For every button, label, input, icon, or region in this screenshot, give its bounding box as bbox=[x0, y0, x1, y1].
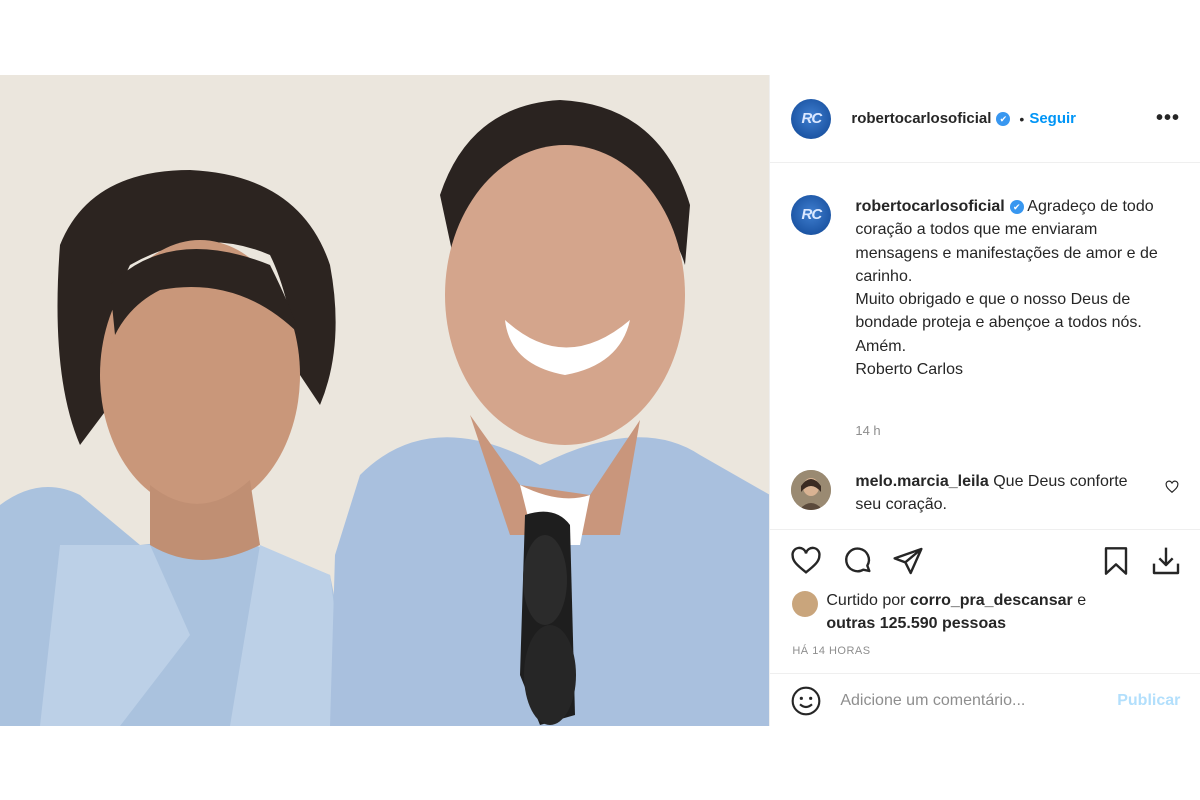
caption-line-4: Roberto Carlos bbox=[855, 361, 963, 379]
commenter-username[interactable]: melo.marcia_leila bbox=[855, 473, 988, 490]
likes-connector: e bbox=[1077, 592, 1087, 609]
posted-time[interactable]: HÁ 14 HORAS bbox=[792, 645, 870, 657]
download-icon[interactable] bbox=[1150, 545, 1182, 577]
avatar-monogram: RC bbox=[801, 206, 823, 223]
comment-input[interactable]: Adicione um comentário... bbox=[840, 692, 1025, 710]
comment-text: melo.marcia_leila Que Deus conforte seu … bbox=[855, 470, 1145, 516]
caption-username[interactable]: robertocarlosoficial bbox=[855, 198, 1004, 215]
likes-others-count[interactable]: outras 125.590 pessoas bbox=[826, 615, 1006, 632]
post-caption: RC robertocarlosoficial ✔ Agradeço de tod… bbox=[791, 195, 1181, 381]
comment-like-heart-icon[interactable] bbox=[1165, 480, 1179, 497]
likes-text: Curtido por corro_pra_descansar e outras… bbox=[826, 589, 1146, 635]
action-bar bbox=[770, 529, 1200, 590]
heart-icon[interactable] bbox=[790, 545, 822, 577]
verified-icon: ✔ bbox=[996, 111, 1011, 126]
instagram-post: RC robertocarlosoficial ✔ • Seguir ••• R… bbox=[0, 75, 1200, 726]
avatar-monogram: RC bbox=[801, 109, 823, 127]
more-options-icon[interactable]: ••• bbox=[1156, 107, 1180, 130]
comment-icon[interactable] bbox=[842, 545, 874, 577]
account-avatar[interactable]: RC bbox=[791, 98, 832, 139]
emoji-icon[interactable] bbox=[790, 685, 822, 717]
publish-button[interactable]: Publicar bbox=[1117, 692, 1180, 710]
share-icon[interactable] bbox=[892, 545, 924, 577]
separator-dot: • bbox=[1019, 110, 1025, 127]
caption-line-2: Muito obrigado e que o nosso Deus de bon… bbox=[855, 291, 1142, 332]
verified-icon: ✔ bbox=[1009, 200, 1024, 214]
caption-text: robertocarlosoficial ✔ Agradeço de todo c… bbox=[855, 195, 1181, 381]
bookmark-icon[interactable] bbox=[1100, 545, 1132, 577]
liker-username[interactable]: corro_pra_descansar bbox=[910, 592, 1073, 609]
post-photo[interactable] bbox=[0, 75, 770, 726]
caption-time[interactable]: 14 h bbox=[855, 423, 880, 438]
caption-line-3: Amém. bbox=[855, 337, 907, 355]
liker-avatar[interactable] bbox=[792, 591, 819, 617]
follow-button[interactable]: Seguir bbox=[1029, 110, 1076, 127]
likes-summary: Curtido por corro_pra_descansar e outras… bbox=[792, 589, 1146, 635]
post-side-panel: RC robertocarlosoficial ✔ • Seguir ••• R… bbox=[769, 75, 1200, 726]
add-comment-bar: Adicione um comentário... Publicar bbox=[770, 673, 1200, 727]
account-username[interactable]: robertocarlosoficial bbox=[851, 110, 991, 127]
caption-avatar[interactable]: RC bbox=[791, 195, 832, 235]
post-header: RC robertocarlosoficial ✔ • Seguir ••• bbox=[770, 75, 1200, 163]
commenter-avatar[interactable] bbox=[791, 470, 832, 510]
likes-prefix: Curtido por bbox=[826, 592, 906, 609]
comment-item: melo.marcia_leila Que Deus conforte seu … bbox=[791, 470, 1181, 516]
